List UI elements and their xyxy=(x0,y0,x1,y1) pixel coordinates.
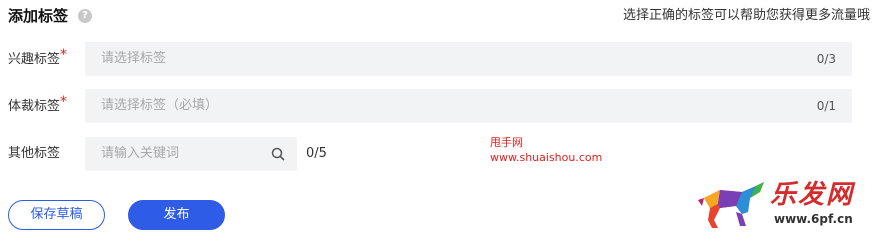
section-header: 添加标签 ? 选择正确的标签可以帮助您获得更多流量哦 xyxy=(8,6,874,28)
required-mark: * xyxy=(60,94,68,110)
interest-tags-count: 0/3 xyxy=(816,52,836,66)
other-tags-placeholder: 请输入关键词 xyxy=(101,146,180,161)
genre-tags-count: 0/1 xyxy=(816,99,836,113)
interest-tags-placeholder: 请选择标签 xyxy=(101,51,167,66)
other-tags-input[interactable]: 请输入关键词 xyxy=(85,137,297,171)
watermark-url: www.shuaishou.com xyxy=(490,151,603,164)
interest-tags-select[interactable]: 请选择标签 0/3 xyxy=(85,42,852,76)
genre-tags-select[interactable]: 请选择标签（必填） 0/1 xyxy=(85,89,852,123)
other-tags-row: 其他标签 请输入关键词 0/5 xyxy=(8,137,348,171)
required-mark: * xyxy=(60,47,68,63)
publish-button[interactable]: 发布 xyxy=(128,200,225,230)
logo-text: 乐发网 xyxy=(770,180,855,210)
genre-tags-row: 体裁标签* 请选择标签（必填） 0/1 xyxy=(8,89,852,123)
other-tags-count: 0/5 xyxy=(306,146,327,161)
other-tags-label: 其他标签 xyxy=(8,146,61,161)
genre-tags-placeholder: 请选择标签（必填） xyxy=(101,98,219,113)
site-logo: 乐发网 www.6pf.cn xyxy=(690,172,880,238)
bull-logo-icon xyxy=(698,182,764,228)
section-hint: 选择正确的标签可以帮助您获得更多流量哦 xyxy=(622,8,870,23)
watermark-name: 甩手网 xyxy=(490,136,523,149)
interest-tags-label: 兴趣标签* xyxy=(8,42,67,76)
section-title: 添加标签 xyxy=(8,7,69,25)
question-circle-icon[interactable]: ? xyxy=(78,9,92,23)
genre-tags-label-text: 体裁标签 xyxy=(8,99,61,114)
interest-tags-row: 兴趣标签* 请选择标签 0/3 xyxy=(8,42,852,76)
save-draft-button[interactable]: 保存草稿 xyxy=(8,200,105,230)
genre-tags-label: 体裁标签* xyxy=(8,89,67,123)
logo-url: www.6pf.cn xyxy=(774,212,853,226)
interest-tags-label-text: 兴趣标签 xyxy=(8,52,61,67)
search-icon[interactable] xyxy=(271,147,285,161)
